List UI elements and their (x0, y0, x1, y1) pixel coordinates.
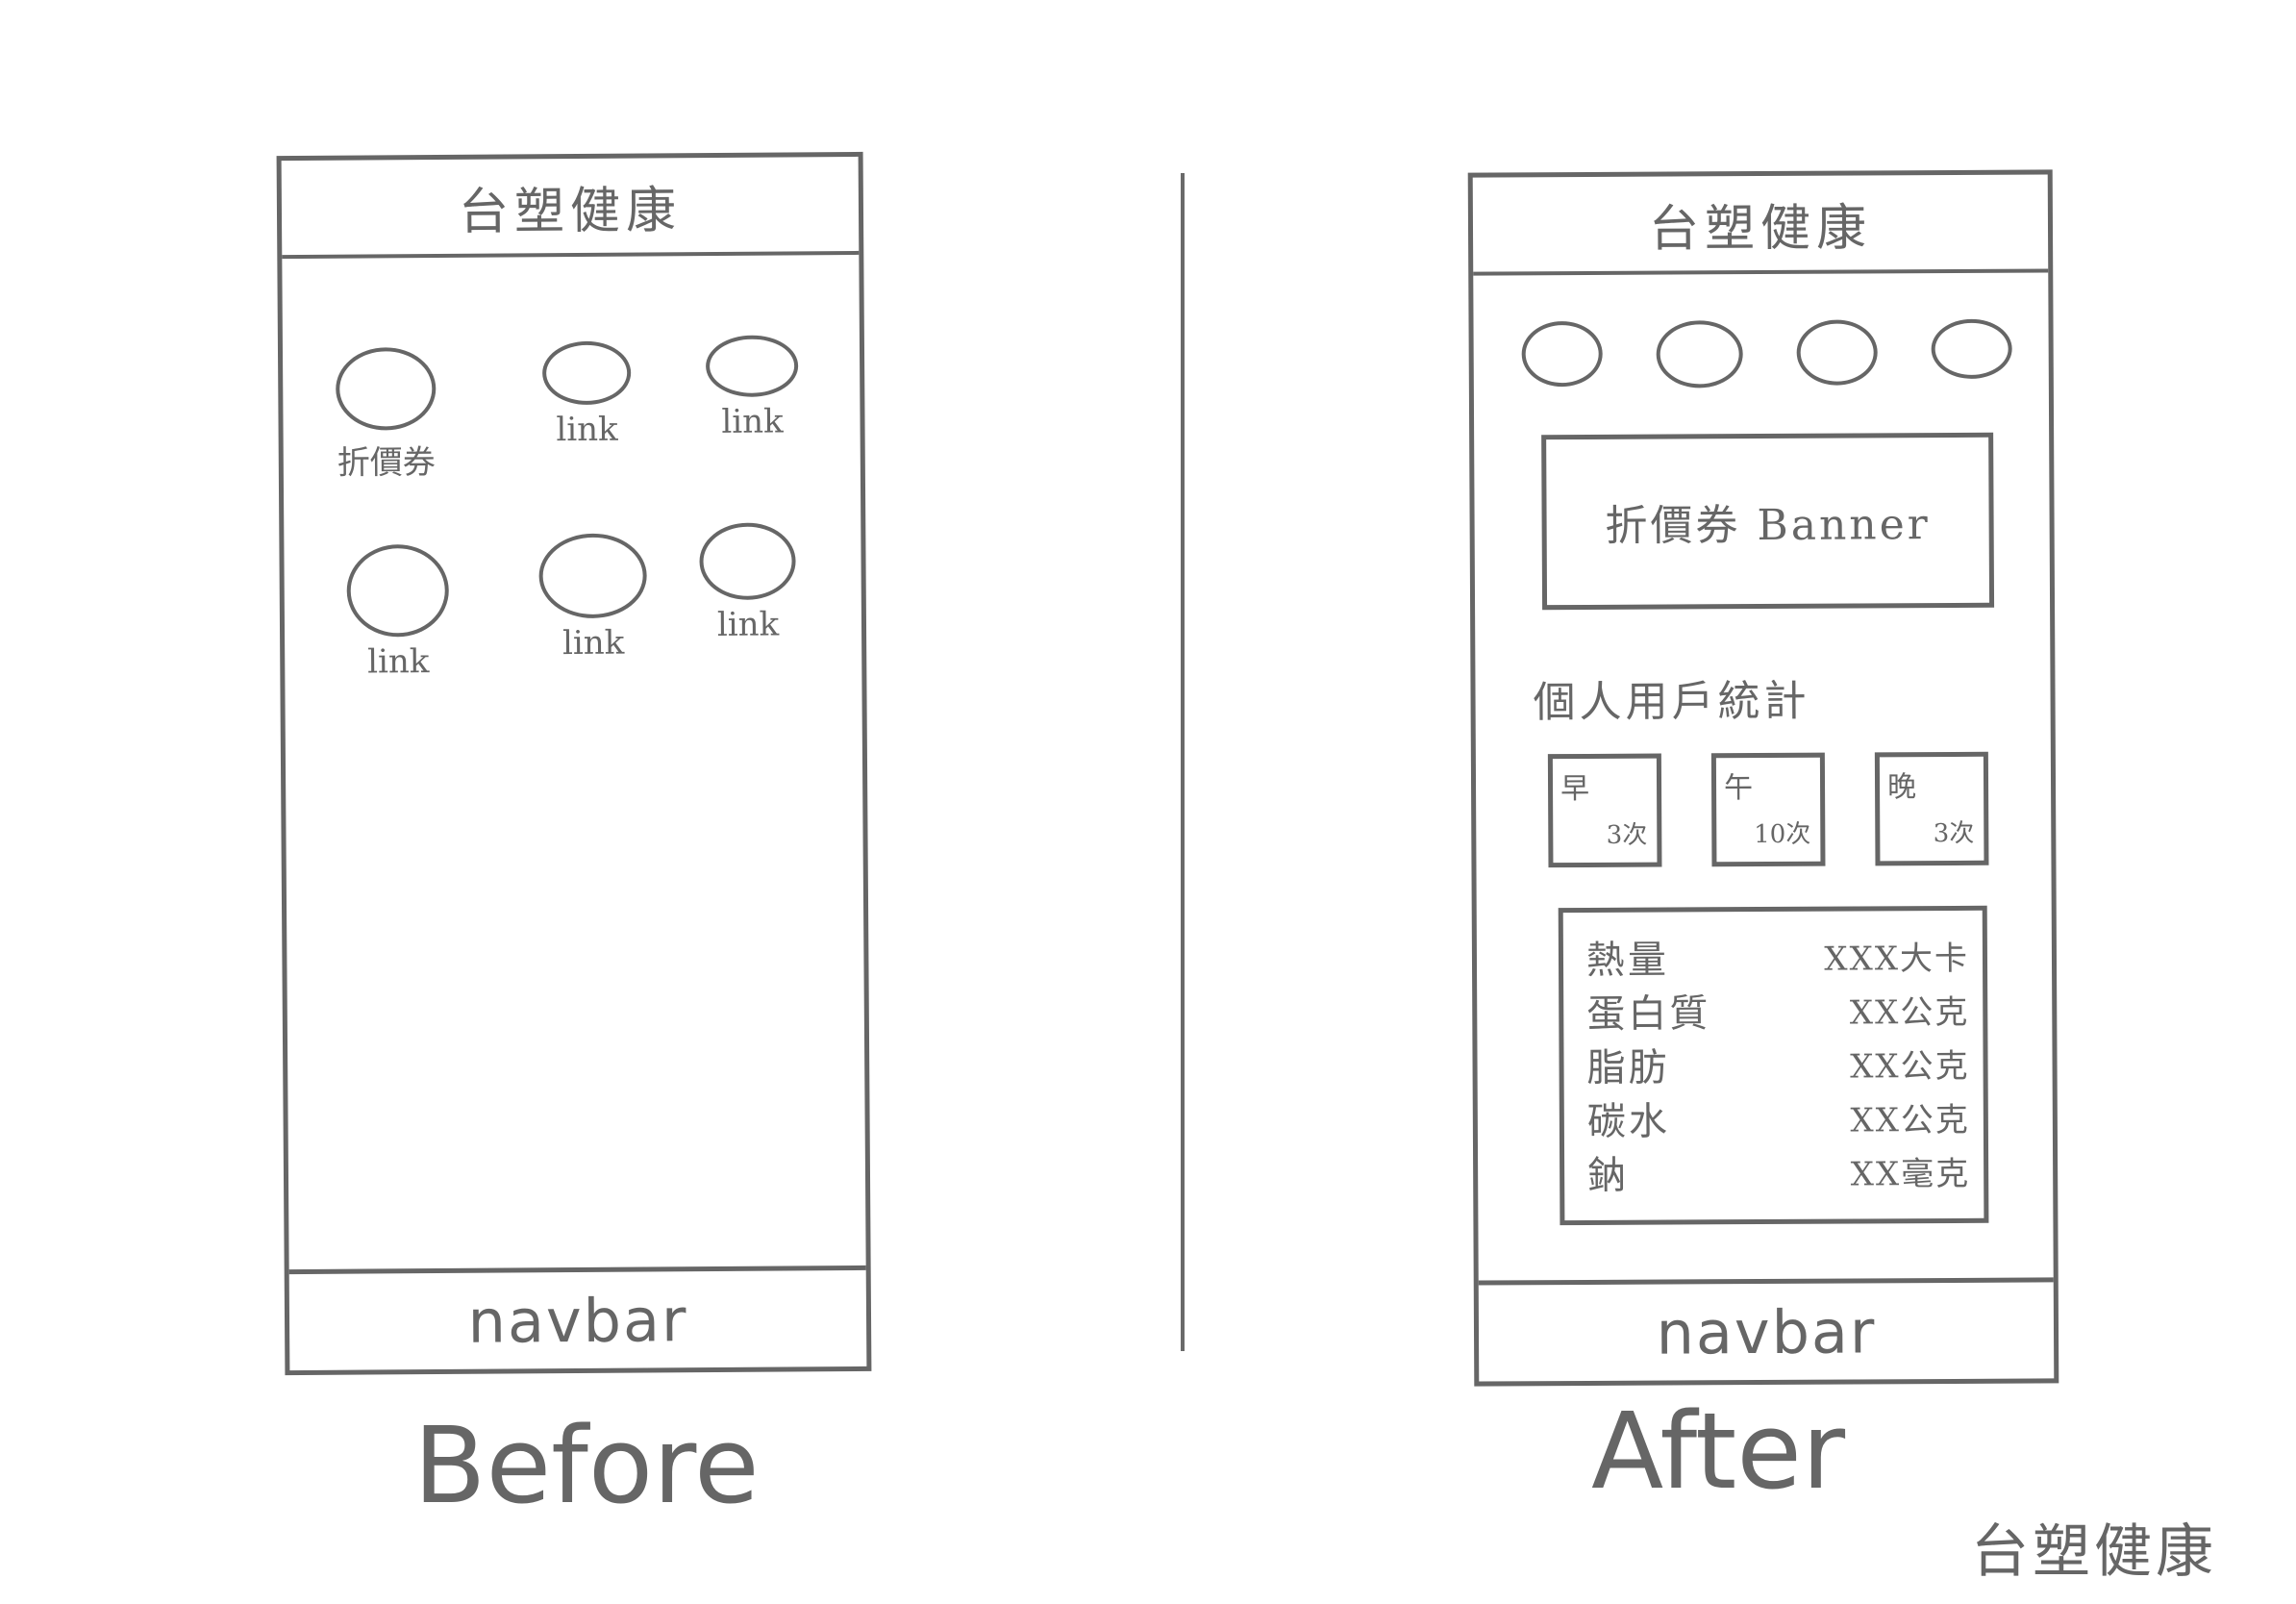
link-label: link (716, 605, 780, 644)
nutrition-value: XX公克 (1850, 1046, 1970, 1087)
shortcut-circle-icon[interactable] (1656, 320, 1743, 388)
nutrition-name: 鈉 (1587, 1153, 1630, 1198)
coupon-banner[interactable]: 折價券 Banner (1541, 432, 1995, 611)
before-header-title: 台塑健康 (458, 181, 683, 241)
link-label: link (556, 410, 618, 450)
meal-name: 晚 (1886, 770, 1917, 805)
meal-name: 午 (1723, 771, 1754, 806)
link-circle-icon (699, 522, 796, 601)
nutrition-value: XX毫克 (1850, 1154, 1971, 1194)
nutrition-name: 脂肪 (1586, 1045, 1670, 1090)
nutrition-row: 脂肪 XX公克 (1586, 1036, 1969, 1091)
nutrition-row: 蛋白質 XX公克 (1586, 982, 1969, 1038)
user-stats-heading: 個人用戶統計 (1533, 676, 1810, 728)
signature: 台塑健康 (1971, 1518, 2217, 1586)
after-navbar-label: navbar (1656, 1295, 1877, 1368)
link-item[interactable]: link (346, 543, 450, 682)
meal-card-lunch[interactable]: 午 10次 (1710, 752, 1826, 867)
coupon-circle-icon (335, 346, 437, 431)
after-header-title: 台塑健康 (1648, 198, 1873, 259)
meal-card-breakfast[interactable]: 早 3次 (1547, 753, 1662, 868)
nutrition-row: 碳水 XX公克 (1587, 1090, 1970, 1145)
shortcut-circle-row (1521, 318, 2012, 389)
shortcut-circle-icon[interactable] (1796, 319, 1878, 386)
meal-stats-row: 早 3次 午 10次 晚 3次 (1547, 751, 1989, 868)
shortcut-circle-icon[interactable] (1521, 320, 1603, 388)
nutrition-value: XXX大卡 (1824, 939, 1970, 979)
nutrition-summary-card: 熱量 XXX大卡 蛋白質 XX公克 脂肪 XX公克 碳水 XX公克 鈉 XX毫克 (1558, 905, 1989, 1226)
meal-count: 10次 (1754, 819, 1811, 850)
meal-card-dinner[interactable]: 晚 3次 (1874, 751, 1989, 866)
link-circle-icon (705, 335, 799, 398)
nutrition-value: XX公克 (1850, 1100, 1970, 1140)
link-label: link (562, 623, 625, 664)
coupon-link-label: 折價券 (337, 442, 436, 483)
before-header: 台塑健康 (281, 156, 860, 260)
meal-name: 早 (1560, 771, 1590, 807)
link-item[interactable]: link (538, 533, 647, 663)
nutrition-name: 蛋白質 (1586, 991, 1711, 1037)
link-circle-icon (346, 543, 450, 638)
nutrition-row: 鈉 XX毫克 (1587, 1143, 1970, 1199)
after-header: 台塑健康 (1472, 174, 2049, 276)
after-caption: After (1591, 1390, 1846, 1513)
after-navbar[interactable]: navbar (1478, 1277, 2055, 1382)
meal-count: 3次 (1933, 818, 1975, 849)
meal-count: 3次 (1606, 820, 1648, 850)
shortcut-circle-icon[interactable] (1931, 318, 2012, 380)
nutrition-name: 熱量 (1585, 938, 1670, 983)
vertical-divider (1181, 173, 1185, 1351)
before-caption: Before (413, 1404, 760, 1527)
nutrition-row: 熱量 XXX大卡 (1586, 928, 1969, 984)
before-phone-frame: 台塑健康 折價券 link link link link link navbar (276, 151, 872, 1376)
link-item[interactable]: link (699, 522, 796, 644)
link-circle-icon (538, 533, 647, 619)
link-item[interactable]: link (705, 335, 799, 441)
link-item[interactable]: link (541, 340, 632, 450)
coupon-link[interactable]: 折價券 (335, 346, 437, 484)
before-navbar-label: navbar (467, 1284, 688, 1357)
link-label: link (721, 402, 784, 441)
nutrition-value: XX公克 (1849, 992, 1970, 1033)
link-label: link (366, 642, 430, 682)
before-navbar[interactable]: navbar (288, 1265, 867, 1371)
after-phone-frame: 台塑健康 折價券 Banner 個人用戶統計 早 3次 午 10次 晚 3次 熱… (1467, 169, 2059, 1387)
link-circle-icon (541, 340, 632, 406)
nutrition-name: 碳水 (1586, 1099, 1670, 1144)
